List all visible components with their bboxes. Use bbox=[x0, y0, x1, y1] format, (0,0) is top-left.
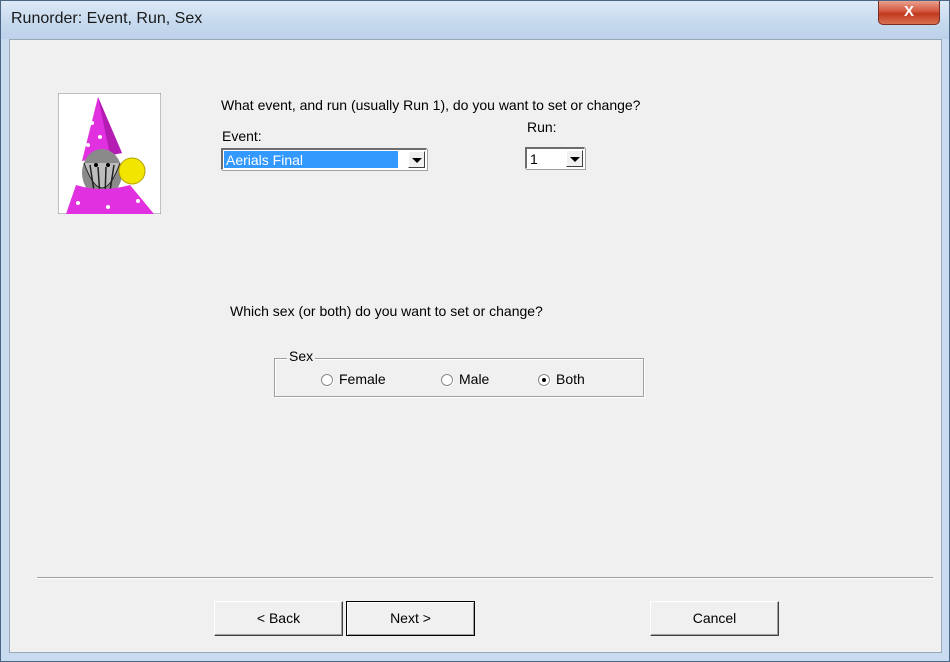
event-select-value: Aerials Final bbox=[224, 151, 398, 168]
event-select[interactable]: Aerials Final bbox=[221, 148, 427, 170]
dialog-body: What event, and run (usually Run 1), do … bbox=[9, 39, 942, 653]
event-run-prompt: What event, and run (usually Run 1), do … bbox=[221, 97, 641, 113]
run-dropdown-button[interactable] bbox=[566, 150, 583, 167]
run-select[interactable]: 1 bbox=[525, 147, 585, 169]
female-radio-dot bbox=[321, 374, 333, 386]
event-label: Event: bbox=[222, 128, 262, 144]
close-button[interactable]: X bbox=[878, 1, 940, 25]
run-select-value: 1 bbox=[530, 151, 538, 167]
close-icon: X bbox=[903, 3, 914, 20]
sex-prompt: Which sex (or both) do you want to set o… bbox=[230, 303, 543, 319]
cancel-button[interactable]: Cancel bbox=[650, 601, 779, 636]
both-radio-dot bbox=[538, 374, 550, 386]
title-bar[interactable]: Runorder: Event, Run, Sex X bbox=[1, 1, 949, 39]
male-radio-label: Male bbox=[459, 371, 490, 387]
sex-group-legend: Sex bbox=[287, 348, 316, 364]
dialog-window: Runorder: Event, Run, Sex X What event, … bbox=[0, 0, 950, 662]
event-dropdown-button[interactable] bbox=[408, 151, 425, 168]
both-radio-label: Both bbox=[556, 371, 585, 387]
wizard-icon bbox=[58, 93, 161, 214]
run-label: Run: bbox=[527, 119, 557, 135]
back-button[interactable]: < Back bbox=[214, 601, 343, 636]
female-radio-label: Female bbox=[339, 371, 386, 387]
window-title: Runorder: Event, Run, Sex bbox=[11, 10, 203, 27]
male-radio-dot bbox=[441, 374, 453, 386]
chevron-down-icon bbox=[570, 157, 580, 162]
next-button[interactable]: Next > bbox=[346, 601, 475, 636]
button-separator bbox=[37, 577, 933, 579]
chevron-down-icon bbox=[412, 158, 422, 163]
